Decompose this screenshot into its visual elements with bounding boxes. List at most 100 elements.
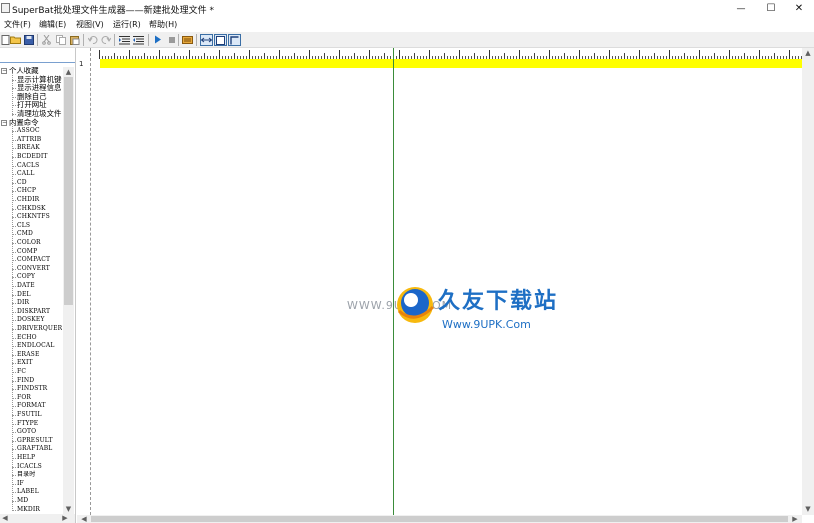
scroll-left-icon[interactable]: ◀ (79, 515, 89, 523)
menu-view[interactable]: 视图(V) (76, 19, 104, 30)
command-tree: −个人收藏显示计算机键位显示进程信息删除自己打开网址清理垃圾文件−内置命令ASS… (0, 67, 62, 514)
scroll-left-icon[interactable]: ◀ (0, 514, 10, 523)
maximize-icon: ☐ (766, 3, 776, 14)
line-number: 1 (79, 60, 84, 68)
ruler-major-tick (579, 50, 580, 59)
corner-icon[interactable] (228, 34, 241, 46)
watermark-url-large: Www.9UPK.Com (442, 318, 531, 331)
ruler-major-tick (729, 50, 730, 59)
cut-icon[interactable] (41, 34, 52, 45)
toolbar (0, 32, 814, 48)
ruler-major-tick (699, 50, 700, 59)
ruler-major-tick (669, 50, 670, 59)
tree-item-label: BCDEDIT (17, 153, 48, 160)
ruler-major-tick (549, 50, 550, 59)
editor-horizontal-scrollbar[interactable]: ◀ ▶ (77, 515, 802, 523)
tree-item-label: GPRESULT (17, 436, 53, 444)
outdent-icon[interactable] (133, 34, 144, 45)
script-editor[interactable]: 1 WWW.9UPK.COM 久友下载站 Www.9UPK.Com ▲ ▼ ◀ … (77, 48, 814, 523)
tree-item-label: FOR (17, 393, 32, 401)
redo-icon[interactable] (100, 34, 111, 45)
scroll-down-icon[interactable]: ▼ (802, 504, 814, 515)
ruler-major-tick (429, 50, 430, 59)
tree-item-label: ATTRIB (17, 135, 42, 143)
tree-item-label: DRIVERQUERY (17, 325, 62, 332)
app-window: SuperBat批处理文件生成器——新建批处理文件 * — ☐ ✕ 文件(F) … (0, 0, 814, 523)
tree-collapse-icon[interactable]: − (1, 68, 7, 74)
minimize-icon: — (736, 3, 746, 14)
tree-item-label: DISKPART (17, 307, 51, 315)
toolbar-separator (83, 34, 84, 46)
tree-item-label: CHKDSK (17, 204, 46, 212)
tree-collapse-icon[interactable]: − (1, 119, 7, 126)
tree-item-label: 显示进程信息 (17, 83, 62, 93)
tree-item-label: GOTO (17, 428, 37, 436)
stop-icon[interactable] (166, 34, 177, 45)
tree-item-label: CMD (17, 230, 33, 238)
app-icon (1, 3, 10, 13)
tree-filter-box[interactable] (0, 62, 75, 64)
menu-file[interactable]: 文件(F) (4, 19, 31, 30)
command-tree-pane: −个人收藏显示计算机键位显示进程信息删除自己打开网址清理垃圾文件−内置命令ASS… (0, 48, 76, 523)
tree-item-label: DOSKEY (17, 316, 45, 324)
scroll-up-icon[interactable]: ▲ (802, 48, 814, 59)
tree-item-label: ECHO (17, 333, 37, 341)
tree-item-label: CHKNTFS (17, 213, 50, 221)
toolbar-separator (114, 34, 115, 46)
tree-horizontal-scrollbar[interactable]: ◀ ▶ (0, 514, 75, 523)
scroll-thumb[interactable] (64, 77, 73, 305)
indent-icon[interactable] (119, 34, 130, 45)
tree-item-label: FIND (17, 376, 35, 384)
scroll-thumb[interactable] (91, 516, 788, 522)
run-icon[interactable] (152, 34, 163, 45)
tree-item-label: CD (17, 178, 27, 186)
tree-item-label: CHDIR (17, 196, 40, 203)
grid-icon[interactable] (214, 34, 227, 46)
undo-icon[interactable] (87, 34, 98, 45)
tree-item-label: GRAFTABL (17, 445, 53, 453)
ruler-major-tick (279, 50, 280, 59)
tree-item-label: COMP (17, 247, 38, 255)
close-icon: ✕ (794, 3, 804, 14)
title-bar: SuperBat批处理文件生成器——新建批处理文件 * — ☐ ✕ (0, 0, 814, 17)
tree-item-label: HELP (17, 454, 36, 461)
scroll-up-icon[interactable]: ▲ (63, 67, 74, 77)
open-folder-icon[interactable] (10, 34, 21, 45)
maximize-button[interactable]: ☐ (756, 0, 786, 17)
editor-vertical-scrollbar[interactable]: ▲ ▼ (802, 48, 814, 515)
tree-item-label: LABEL (17, 488, 39, 496)
tree-item-label: EXIT (17, 359, 33, 367)
tree-vertical-scrollbar[interactable]: ▲ ▼ (63, 67, 74, 514)
tree-item-label: CHCP (17, 187, 37, 195)
minimize-button[interactable]: — (726, 0, 756, 17)
menu-bar: 文件(F) 编辑(E) 视图(V) 运行(R) 帮助(H) (0, 17, 814, 32)
tree-guide-line (12, 124, 13, 512)
batch-icon[interactable] (182, 34, 193, 45)
ruler-major-tick (639, 50, 640, 59)
scroll-right-icon[interactable]: ▶ (790, 515, 800, 523)
ruler-major-tick (339, 50, 340, 59)
menu-edit[interactable]: 编辑(E) (39, 19, 66, 30)
tree-item-label: MD (17, 497, 29, 504)
tree-item-label: IF (17, 479, 24, 487)
menu-run[interactable]: 运行(R) (113, 19, 141, 30)
scroll-down-icon[interactable]: ▼ (63, 504, 74, 514)
watermark: WWW.9UPK.COM 久友下载站 Www.9UPK.Com (345, 261, 597, 353)
tree-item-label: ENDLOCAL (17, 342, 55, 350)
watermark-logo-icon (397, 287, 435, 323)
paste-icon[interactable] (69, 34, 80, 45)
tree-item-label: COPY (17, 273, 36, 281)
tree-item-label: FC (17, 368, 27, 375)
tree-item-label: 目录时 (17, 471, 36, 479)
copy-icon[interactable] (55, 34, 66, 45)
ruler-major-tick (309, 50, 310, 59)
close-button[interactable]: ✕ (784, 0, 814, 17)
tree-item-label: ICACLS (17, 462, 42, 470)
save-icon[interactable] (23, 34, 34, 45)
tree-item-label: CACLS (17, 161, 40, 169)
tree-item-label: BREAK (17, 144, 40, 152)
menu-help[interactable]: 帮助(H) (149, 19, 177, 30)
wrap-icon[interactable] (200, 34, 213, 46)
tree-item-label: FINDSTR (17, 385, 48, 393)
scroll-right-icon[interactable]: ▶ (60, 514, 70, 523)
